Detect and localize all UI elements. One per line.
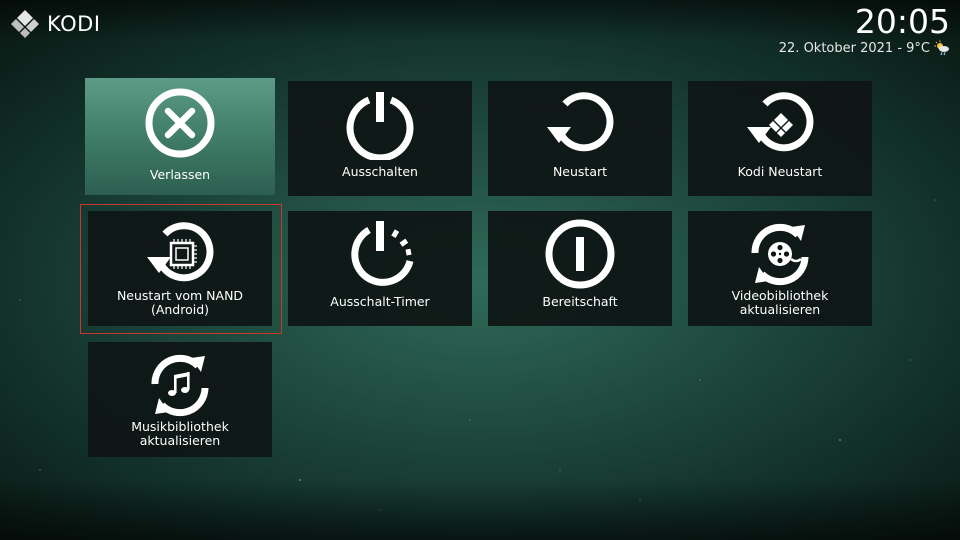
kodi-logo: KODI [10,9,101,39]
film-reel-refresh-icon [743,217,817,291]
kodi-logo-icon [11,10,39,38]
date-weather-row: 22. Oktober 2021 - 9°C [779,40,950,56]
music-refresh-icon [143,348,217,422]
menu-item-label: Neustart vom NAND (Android) [116,288,244,317]
menu-item-label: Videobibliothek aktualisieren [731,288,829,317]
menu-item-reboot-nand[interactable]: Neustart vom NAND (Android) [88,211,272,326]
partly-cloudy-rain-icon [934,40,949,56]
menu-item-label: Neustart [552,164,608,179]
restart-icon [543,87,617,161]
menu-item-label: Kodi Neustart [737,164,823,179]
menu-item-reboot[interactable]: Neustart [488,81,672,196]
bottom-vignette [0,480,960,540]
menu-item-label: Musikbibliothek aktualisieren [131,419,229,448]
menu-item-music-library[interactable]: Musikbibliothek aktualisieren [88,342,272,457]
power-icon [343,87,417,161]
timer-power-icon [343,217,417,291]
menu-item-label: Ausschalt-Timer [330,294,430,309]
menu-item-label: Verlassen [149,167,211,182]
menu-item-power-off[interactable]: Ausschalten [288,81,472,196]
close-circle-icon [143,86,217,160]
menu-item-standby[interactable]: Bereitschaft [488,211,672,326]
reboot-chip-icon [143,217,217,291]
menu-item-label: Bereitschaft [542,294,618,309]
menu-item-video-library[interactable]: Videobibliothek aktualisieren [688,211,872,326]
standby-icon [543,217,617,291]
clock-widget: 20:05 22. Oktober 2021 - 9°C [779,2,950,56]
menu-item-shutdown-timer[interactable]: Ausschalt-Timer [288,211,472,326]
menu-item-label: Ausschalten [342,164,418,179]
menu-item-exit[interactable]: Verlassen [85,78,275,195]
date-temperature: 22. Oktober 2021 - 9°C [778,40,930,56]
logo-text: KODI [47,12,101,36]
menu-item-kodi-restart[interactable]: Kodi Neustart [688,81,872,196]
clock-time: 20:05 [854,2,950,41]
kodi-restart-icon [743,87,817,161]
